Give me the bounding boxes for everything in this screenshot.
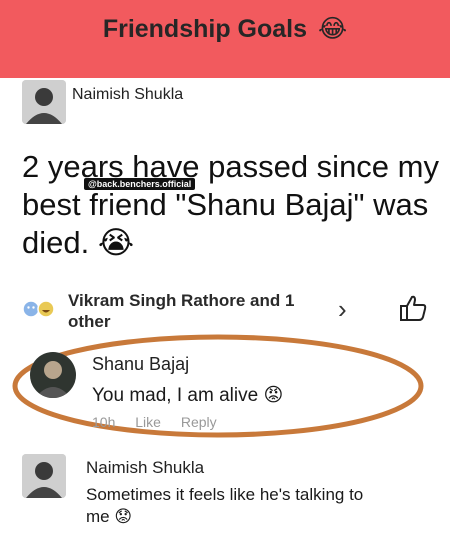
reply-text: Sometimes it feels like he's talking to … — [86, 484, 386, 528]
comment-time: 10h — [92, 414, 116, 430]
crying-emoji: 😭 — [97, 225, 135, 260]
post-text: 2 years have passed since my best friend… — [22, 148, 442, 262]
post-body: 2 years have passed since my best friend… — [22, 149, 439, 260]
reactions-row: Vikram Singh Rathore and 1 other › — [20, 290, 450, 332]
comment-avatar-naimish[interactable] — [22, 454, 66, 498]
watermark: @back.benchers.official — [84, 178, 196, 190]
comment-avatar-shanu[interactable] — [30, 352, 76, 398]
worried-emoji: 😟 — [114, 507, 133, 526]
comment-like-link[interactable]: Like — [135, 414, 161, 430]
laughing-emoji: 😂 — [317, 15, 348, 43]
thumbs-up-icon[interactable] — [398, 294, 428, 327]
comment-meta: 10h Like Reply — [92, 414, 233, 430]
comment-text: You mad, I am alive 😡 — [92, 384, 283, 407]
reply-author[interactable]: Naimish Shukla — [86, 458, 204, 478]
reaction-icons[interactable] — [22, 300, 62, 318]
reactions-text[interactable]: Vikram Singh Rathore and 1 other — [68, 290, 328, 332]
angry-face-icon — [22, 300, 40, 318]
angry-emoji: 😡 — [263, 385, 284, 406]
comment-reply-link[interactable]: Reply — [181, 414, 217, 430]
post-author-avatar[interactable] — [22, 80, 66, 124]
banner-title: Friendship Goals 😂 — [0, 14, 450, 44]
comment-body: You mad, I am alive — [92, 385, 259, 406]
banner-title-text: Friendship Goals — [102, 15, 308, 43]
comment-author[interactable]: Shanu Bajaj — [92, 354, 189, 375]
chevron-right-icon[interactable]: › — [338, 294, 347, 325]
laugh-face-icon — [37, 300, 55, 318]
post-author-name[interactable]: Naimish Shukla — [72, 86, 183, 104]
